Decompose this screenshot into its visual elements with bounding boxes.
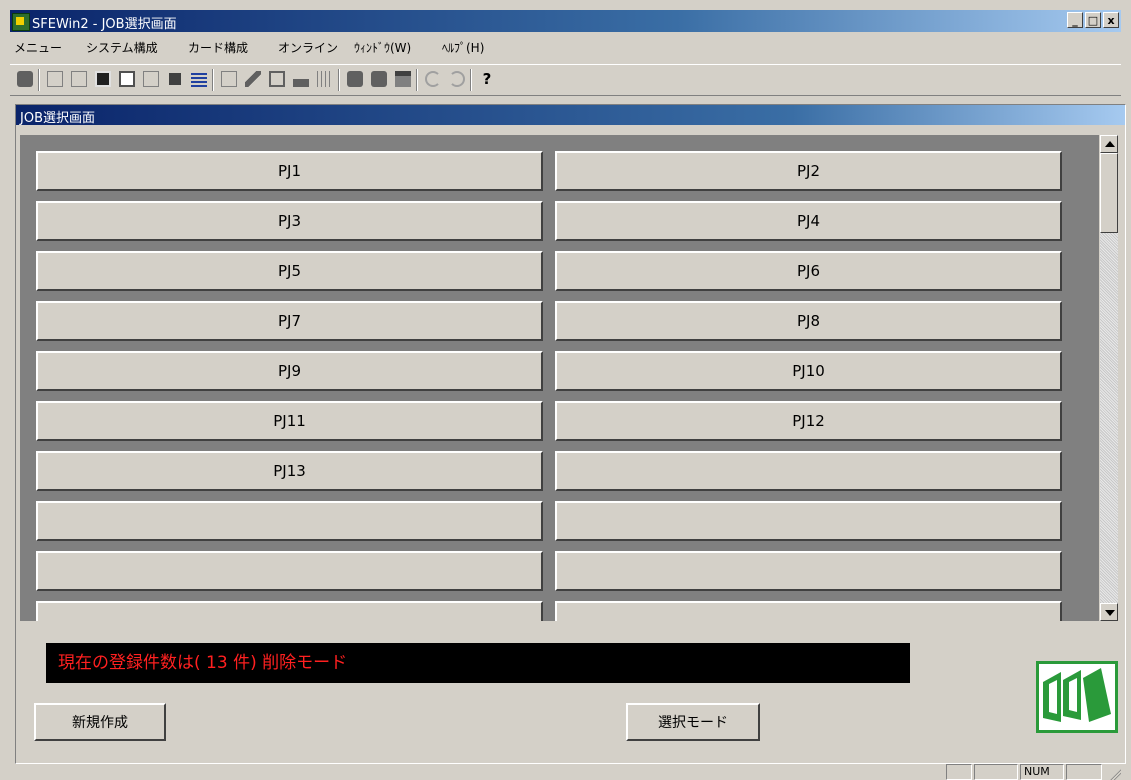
job-button-pj11[interactable]: PJ11 — [36, 401, 543, 441]
status-bar: NUM — [10, 764, 1121, 780]
job-select-icon[interactable] — [44, 69, 66, 89]
menu-main[interactable]: メニュー — [14, 39, 62, 56]
help-icon[interactable]: ? — [476, 69, 498, 89]
scroll-down-button[interactable] — [1100, 603, 1118, 621]
speech-bubble-icon[interactable] — [344, 69, 366, 89]
job-button-pj13[interactable]: PJ13 — [36, 451, 543, 491]
job-button-pj8[interactable]: PJ8 — [555, 301, 1062, 341]
title-bar[interactable]: SFEWin2 - JOB選択画面 _ □ x — [10, 10, 1121, 32]
undo-icon[interactable] — [422, 69, 444, 89]
print-icon[interactable] — [392, 69, 414, 89]
arrow-down-icon — [1105, 610, 1115, 616]
toolbar-separator — [416, 69, 418, 91]
speech-bubble-2-icon[interactable] — [368, 69, 390, 89]
menu-bar: メニュー システム構成 カード構成 オンライン ｳｨﾝﾄﾞｳ(W) ﾍﾙﾌﾟ(H… — [10, 34, 1121, 58]
logo-mark — [1043, 668, 1111, 722]
job-button-pj10[interactable]: PJ10 — [555, 351, 1062, 391]
job-button-pj5[interactable]: PJ5 — [36, 251, 543, 291]
toolbar-separator — [338, 69, 340, 91]
menu-card-config[interactable]: カード構成 — [188, 39, 248, 56]
arrow-up-icon — [1105, 141, 1115, 147]
toolbar-separator — [212, 69, 214, 91]
job-copy-icon[interactable] — [140, 69, 162, 89]
registration-status: 現在の登録件数は( 13 件) 削除モード — [46, 643, 910, 683]
window-controls: _ □ x — [1065, 12, 1119, 28]
menu-online[interactable]: オンライン — [278, 39, 338, 56]
child-window-title: JOB選択画面 — [20, 111, 95, 126]
job-button-empty[interactable] — [36, 551, 543, 591]
job-stop-icon[interactable] — [14, 69, 36, 89]
system-config-icon[interactable] — [218, 69, 240, 89]
new-create-button[interactable]: 新規作成 — [34, 703, 166, 741]
scroll-thumb[interactable] — [1100, 153, 1118, 233]
lightning-icon[interactable] — [242, 69, 264, 89]
job-button-pj7[interactable]: PJ7 — [36, 301, 543, 341]
job-button-pj2[interactable]: PJ2 — [555, 151, 1062, 191]
environment-settings-icon[interactable] — [188, 69, 210, 89]
job-button-pj1[interactable]: PJ1 — [36, 151, 543, 191]
job-button-empty[interactable] — [36, 501, 543, 541]
job-button-empty[interactable] — [36, 601, 543, 621]
application-window: SFEWin2 - JOB選択画面 _ □ x メニュー システム構成 カード構… — [0, 0, 1131, 780]
menu-help[interactable]: ﾍﾙﾌﾟ(H) — [442, 39, 484, 56]
job-button-pj4[interactable]: PJ4 — [555, 201, 1062, 241]
job-selection-window: JOB選択画面 PJ1 PJ2 PJ3 PJ4 PJ5 PJ6 PJ7 PJ8 … — [15, 104, 1126, 764]
job-button-pj6[interactable]: PJ6 — [555, 251, 1062, 291]
job-button-pj3[interactable]: PJ3 — [36, 201, 543, 241]
job-button-empty[interactable] — [555, 601, 1062, 621]
select-mode-button[interactable]: 選択モード — [626, 703, 760, 741]
job-button-pj9[interactable]: PJ9 — [36, 351, 543, 391]
redo-icon[interactable] — [446, 69, 468, 89]
toolbar-separator — [470, 69, 472, 91]
job-button-empty[interactable] — [555, 551, 1062, 591]
menu-window[interactable]: ｳｨﾝﾄﾞｳ(W) — [354, 39, 411, 56]
close-button[interactable]: x — [1103, 12, 1119, 28]
menu-system-config[interactable]: システム構成 — [86, 39, 158, 56]
job-info-icon[interactable] — [68, 69, 90, 89]
card-icon[interactable] — [266, 69, 288, 89]
job-button-empty[interactable] — [555, 451, 1062, 491]
job-grid: PJ1 PJ2 PJ3 PJ4 PJ5 PJ6 PJ7 PJ8 PJ9 PJ10… — [20, 135, 1099, 621]
company-logo — [1036, 661, 1118, 733]
scroll-up-button[interactable] — [1100, 135, 1118, 153]
job-save-icon[interactable] — [164, 69, 186, 89]
job-button-pj12[interactable]: PJ12 — [555, 401, 1062, 441]
resize-grip[interactable] — [1109, 768, 1121, 780]
calculator-icon[interactable] — [92, 69, 114, 89]
status-pane — [946, 764, 972, 780]
status-pane — [974, 764, 1018, 780]
blocks-icon[interactable] — [290, 69, 312, 89]
vertical-scrollbar[interactable] — [1100, 135, 1118, 621]
job-button-empty[interactable] — [555, 501, 1062, 541]
app-icon[interactable] — [12, 13, 30, 31]
status-pane — [1066, 764, 1102, 780]
toolbar-separator — [38, 69, 40, 91]
minimize-button[interactable]: _ — [1067, 12, 1083, 28]
num-lock-indicator: NUM — [1020, 764, 1064, 780]
document-icon[interactable] — [116, 69, 138, 89]
maximize-button[interactable]: □ — [1085, 12, 1101, 28]
child-window-title-bar[interactable]: JOB選択画面 — [16, 105, 1125, 126]
waveform-icon[interactable] — [314, 69, 336, 89]
window-title: SFEWin2 - JOB選択画面 — [32, 17, 177, 32]
toolbar: ? — [10, 64, 1121, 96]
